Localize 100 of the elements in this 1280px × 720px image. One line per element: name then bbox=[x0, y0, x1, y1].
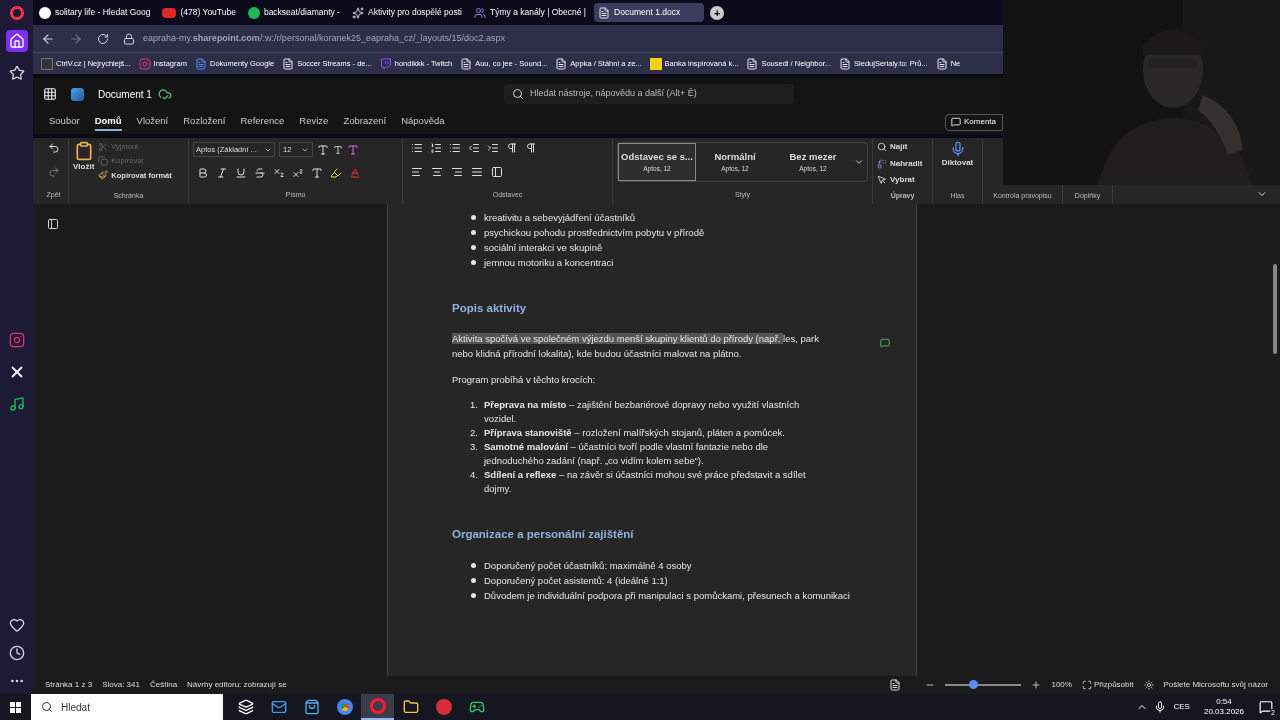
store-icon bbox=[303, 699, 320, 715]
shrink-font-icon[interactable] bbox=[333, 144, 343, 155]
forward-icon[interactable] bbox=[69, 31, 83, 46]
reload-icon[interactable] bbox=[97, 32, 109, 45]
browser-tab[interactable]: Týmy a kanály | Obecné | bbox=[470, 3, 591, 22]
scrollbar-thumb[interactable] bbox=[1273, 264, 1277, 354]
clear-format-icon[interactable] bbox=[347, 143, 359, 156]
clock-time: 0:54 bbox=[1216, 697, 1232, 707]
comment-icon[interactable] bbox=[880, 338, 890, 348]
home-icon bbox=[8, 33, 25, 49]
subscript-icon[interactable] bbox=[273, 167, 285, 180]
clock-date: 20.03.2026 bbox=[1203, 707, 1244, 717]
bookmark-icon bbox=[41, 57, 53, 70]
strikethrough-icon[interactable] bbox=[254, 167, 266, 180]
align-right-icon[interactable] bbox=[451, 165, 463, 178]
find-button[interactable]: Najít bbox=[877, 141, 928, 153]
ribbon-tab[interactable]: Soubor bbox=[49, 113, 80, 131]
section-heading: Popis aktivity bbox=[452, 301, 528, 316]
browser-tab[interactable]: (478) YouTube bbox=[158, 3, 240, 22]
language-indicator[interactable]: CES bbox=[1173, 701, 1190, 713]
list-number: 4. bbox=[469, 468, 479, 483]
page-icon bbox=[935, 57, 948, 70]
document-icon bbox=[194, 57, 207, 70]
app-launcher-icon[interactable] bbox=[43, 87, 57, 101]
status-text: Návrhy editoru: zobrazují se bbox=[187, 679, 287, 691]
document-icon bbox=[598, 6, 611, 19]
list-number: 2. bbox=[469, 426, 479, 441]
ribbon-tab[interactable]: Reference bbox=[240, 113, 285, 131]
ribbon-tab[interactable]: Rozložení bbox=[183, 113, 226, 131]
borders-icon[interactable] bbox=[491, 165, 503, 178]
new-tab-button[interactable]: + bbox=[710, 5, 725, 20]
zoom-in-icon[interactable] bbox=[1031, 680, 1042, 690]
outdent-icon[interactable] bbox=[468, 142, 480, 154]
undo-icon[interactable] bbox=[47, 142, 60, 154]
multilevel-icon[interactable] bbox=[449, 142, 461, 154]
comment-icon bbox=[951, 117, 961, 127]
paragraph: Program probíhá v těchto krocích: bbox=[452, 373, 597, 388]
fit-icon bbox=[1081, 680, 1092, 690]
redo-icon[interactable] bbox=[47, 165, 60, 178]
browser-tab[interactable]: backseat/diamanty - bbox=[243, 3, 344, 22]
ribbon-tab[interactable]: Zobrazení bbox=[343, 113, 387, 131]
star-icon bbox=[8, 65, 25, 81]
sidebar-button[interactable] bbox=[5, 30, 28, 52]
search-icon bbox=[877, 142, 887, 152]
bullet-icon bbox=[471, 230, 476, 235]
word-logo-icon bbox=[71, 87, 84, 101]
align-left-icon[interactable] bbox=[411, 165, 423, 178]
ribbon-tab[interactable]: Revize bbox=[299, 113, 329, 131]
more-styles-icon[interactable] bbox=[854, 157, 864, 167]
replace-button[interactable]: Nahradit bbox=[877, 157, 928, 170]
highlighter-icon[interactable] bbox=[330, 167, 342, 180]
zoom-thumb[interactable] bbox=[968, 680, 978, 689]
back-icon[interactable] bbox=[41, 31, 55, 46]
paste-button[interactable]: Vložit bbox=[73, 141, 95, 181]
dictate-button[interactable]: Diktovat bbox=[941, 141, 974, 169]
instagram-icon bbox=[8, 332, 25, 348]
paragraph: Aktivita spočívá ve společném výjezdu menší skupiny klientů do přírody (např. les, park nebo klidná přírodní lokalita), kde budou účastníci malovat na plátno. bbox=[452, 332, 820, 362]
bold-icon[interactable] bbox=[197, 167, 209, 180]
browser-tab[interactable]: Aktivity pro dospělé posti bbox=[348, 3, 466, 22]
taskbar-search-field[interactable]: Hledat bbox=[31, 694, 223, 720]
bullet-icon bbox=[471, 562, 476, 568]
heart-icon bbox=[8, 617, 25, 633]
italic-icon[interactable] bbox=[216, 167, 228, 180]
font-color-icon[interactable] bbox=[349, 167, 361, 180]
status-text: Slova: 341 bbox=[102, 679, 140, 691]
select-button[interactable]: Vybrat bbox=[877, 174, 928, 186]
comment-button[interactable]: Komenta bbox=[945, 113, 1003, 131]
case-icon[interactable] bbox=[311, 167, 323, 180]
indent-icon[interactable] bbox=[487, 142, 499, 154]
navigation-pane-icon[interactable] bbox=[47, 218, 59, 230]
browser-tab[interactable]: solitary life - Hledat Goog bbox=[35, 3, 155, 22]
microphone-icon[interactable] bbox=[1153, 701, 1166, 713]
feedback-link[interactable]: Pošlete Microsoftu svůj názor bbox=[1163, 679, 1268, 691]
bullets-icon[interactable] bbox=[411, 142, 423, 154]
mail-icon bbox=[270, 699, 287, 715]
ribbon-tab[interactable]: Nápověda bbox=[401, 113, 445, 131]
pilcrow-icon[interactable] bbox=[525, 142, 537, 154]
browser-tab[interactable]: Document 1.docx bbox=[594, 3, 705, 22]
ribbon-tab[interactable]: Domů bbox=[94, 113, 122, 131]
ribbon-tab[interactable]: Vložení bbox=[136, 113, 169, 131]
fit-button[interactable]: Přizpůsobit bbox=[1081, 679, 1134, 691]
page-view-icon[interactable] bbox=[889, 679, 902, 691]
page-icon bbox=[555, 57, 568, 70]
align-center-icon[interactable] bbox=[431, 165, 443, 178]
pilcrow-icon[interactable] bbox=[506, 142, 518, 154]
document-title: Document 1 bbox=[98, 87, 152, 102]
list-item: Přeprava na místo – zajištění bezbariérové dopravy nebo využití vlastních vozidel. bbox=[484, 398, 801, 427]
underline-icon[interactable] bbox=[235, 167, 247, 180]
list-item: Doporučený počet účastníků: maximálně 4 osoby bbox=[484, 558, 692, 573]
lock-icon bbox=[123, 32, 135, 45]
search-field[interactable]: Hledat nástroje, nápovědu a další (Alt+ Ě) bbox=[503, 84, 794, 104]
superscript-icon[interactable] bbox=[292, 167, 304, 180]
list-item: Doporučený počet asistentů: 4 (ideálně 1:1) bbox=[484, 573, 668, 588]
grow-font-icon[interactable] bbox=[317, 143, 329, 156]
list-number: 3. bbox=[469, 440, 479, 455]
controller-icon bbox=[468, 699, 485, 715]
justify-icon[interactable] bbox=[471, 165, 483, 178]
numbering-icon[interactable] bbox=[430, 142, 442, 154]
clock-icon bbox=[8, 645, 25, 661]
page-icon bbox=[282, 57, 295, 70]
